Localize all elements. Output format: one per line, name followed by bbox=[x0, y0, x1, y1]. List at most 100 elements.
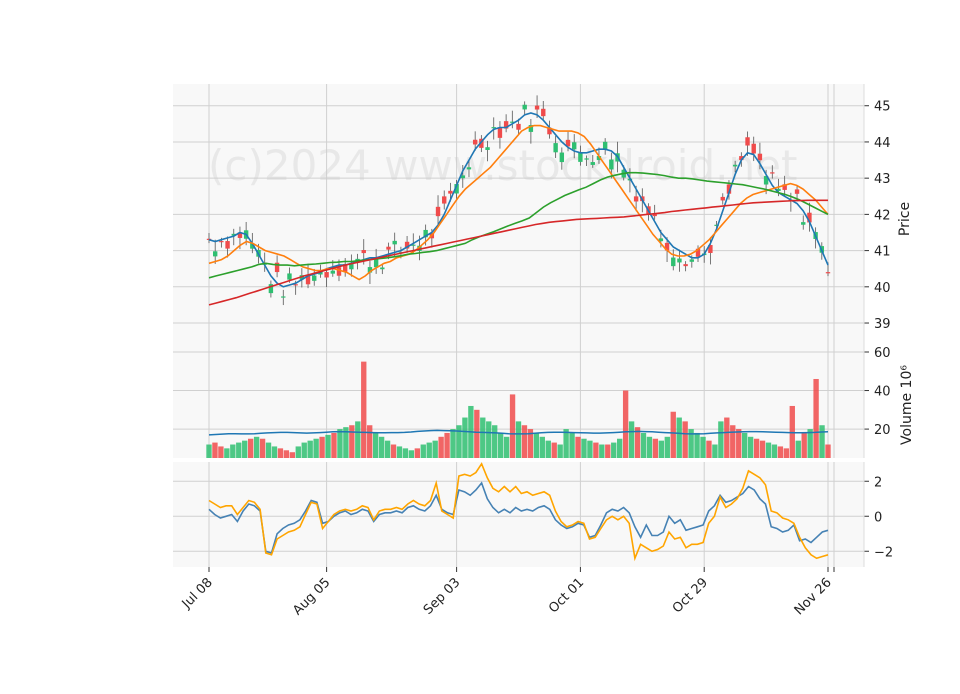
candle-body bbox=[559, 152, 565, 163]
volume-bar bbox=[801, 432, 807, 458]
volume-bar bbox=[753, 438, 760, 458]
volume-bar bbox=[694, 432, 700, 458]
candle-body bbox=[677, 258, 682, 263]
candle-body bbox=[770, 172, 775, 174]
volume-bar bbox=[337, 429, 343, 458]
volume-bar bbox=[712, 444, 718, 458]
volume-bar bbox=[247, 438, 254, 458]
candle-body bbox=[534, 105, 540, 110]
candle-body bbox=[361, 250, 366, 254]
volume-bar bbox=[378, 436, 385, 458]
price-ytick-label: 40 bbox=[874, 281, 891, 296]
volume-bar bbox=[289, 452, 296, 458]
candle-body bbox=[825, 272, 831, 274]
volume-bar bbox=[575, 436, 581, 458]
candle-body bbox=[757, 153, 763, 161]
volume-bar bbox=[539, 436, 545, 458]
volume-bar bbox=[462, 417, 468, 458]
volume-bar bbox=[402, 448, 409, 458]
price-axis-label: Price bbox=[897, 202, 913, 236]
volume-bar bbox=[652, 438, 659, 458]
candle-body bbox=[466, 167, 472, 170]
volume-bar bbox=[682, 421, 688, 458]
volume-bar bbox=[593, 442, 599, 458]
candle-body bbox=[442, 196, 447, 204]
volume-bar bbox=[825, 444, 831, 458]
volume-bar bbox=[509, 394, 516, 458]
volume-bar bbox=[747, 436, 754, 458]
volume-bar bbox=[307, 440, 313, 458]
volume-bar bbox=[533, 432, 540, 458]
candle-body bbox=[572, 142, 577, 150]
volume-bar bbox=[515, 421, 522, 458]
volume-bar bbox=[432, 440, 438, 458]
volume-bar bbox=[331, 432, 337, 458]
candle-body bbox=[522, 104, 527, 110]
candle-body bbox=[392, 240, 397, 245]
price-ytick-label: 43 bbox=[874, 172, 891, 187]
price-ytick-label: 44 bbox=[874, 136, 891, 151]
candle-body bbox=[602, 141, 608, 150]
volume-ytick-label: 20 bbox=[874, 423, 891, 438]
candle-body bbox=[485, 147, 490, 150]
volume-bar bbox=[355, 421, 361, 458]
candle-body bbox=[472, 139, 478, 145]
x-tick-label: Aug 05 bbox=[290, 575, 333, 618]
volume-bar bbox=[396, 446, 403, 458]
candle-body bbox=[225, 241, 230, 249]
candle-body bbox=[448, 190, 453, 194]
x-tick-label: Jul 08 bbox=[179, 575, 216, 612]
volume-bar bbox=[420, 444, 426, 458]
price-ytick-label: 45 bbox=[874, 100, 891, 115]
volume-bar bbox=[617, 438, 623, 458]
volume-bar bbox=[444, 432, 450, 458]
volume-bar bbox=[759, 440, 766, 458]
volume-bar bbox=[367, 425, 373, 458]
candle-body bbox=[380, 267, 385, 270]
volume-bar bbox=[206, 444, 212, 458]
price-ytick-label: 41 bbox=[874, 245, 891, 260]
candle-body bbox=[578, 152, 583, 162]
candle-body bbox=[312, 275, 317, 281]
volume-bar bbox=[622, 390, 629, 458]
chart-svg: (c)2024 www.stockdroid.net 39 40 41 42 43 44 4… bbox=[173, 84, 915, 618]
candle-body bbox=[287, 273, 292, 280]
volume-bar bbox=[408, 450, 415, 458]
volume-bar bbox=[605, 444, 611, 458]
volume-bar bbox=[551, 442, 557, 458]
volume-bar bbox=[676, 417, 682, 458]
volume-bar bbox=[480, 417, 486, 458]
volume-bar bbox=[807, 429, 813, 458]
volume-bar bbox=[795, 440, 801, 458]
volume-ytick-label: 40 bbox=[874, 385, 891, 400]
volume-bar bbox=[414, 448, 420, 458]
volume-bar bbox=[384, 440, 391, 458]
x-tick-label: Nov 26 bbox=[792, 575, 835, 618]
volume-bar bbox=[777, 446, 784, 458]
volume-bar bbox=[218, 446, 224, 458]
volume-bar bbox=[271, 446, 278, 458]
stock-chart: (c)2024 www.stockdroid.net 39 40 41 42 43 44 4… bbox=[0, 0, 960, 690]
indicator-ytick-label: −2 bbox=[874, 545, 893, 560]
volume-bar bbox=[741, 432, 748, 458]
candle-body bbox=[516, 123, 521, 130]
volume-bar bbox=[325, 434, 331, 458]
candle-body bbox=[609, 159, 614, 170]
volume-ytick-label: 60 bbox=[874, 346, 891, 361]
volume-bar bbox=[783, 448, 790, 458]
volume-bar bbox=[658, 440, 665, 458]
volume-bar bbox=[372, 432, 379, 458]
volume-bar bbox=[212, 442, 218, 458]
volume-bar bbox=[640, 432, 647, 458]
volume-bar bbox=[628, 421, 635, 458]
candle-body bbox=[386, 246, 391, 250]
candle-body bbox=[435, 206, 441, 217]
volume-bar bbox=[295, 446, 301, 458]
volume-bar bbox=[646, 436, 653, 458]
volume-bar bbox=[700, 436, 706, 458]
volume-bar bbox=[557, 444, 563, 458]
candle-body bbox=[553, 143, 558, 153]
volume-bar bbox=[253, 436, 260, 458]
volume-bar bbox=[545, 440, 551, 458]
candle-body bbox=[373, 259, 379, 268]
